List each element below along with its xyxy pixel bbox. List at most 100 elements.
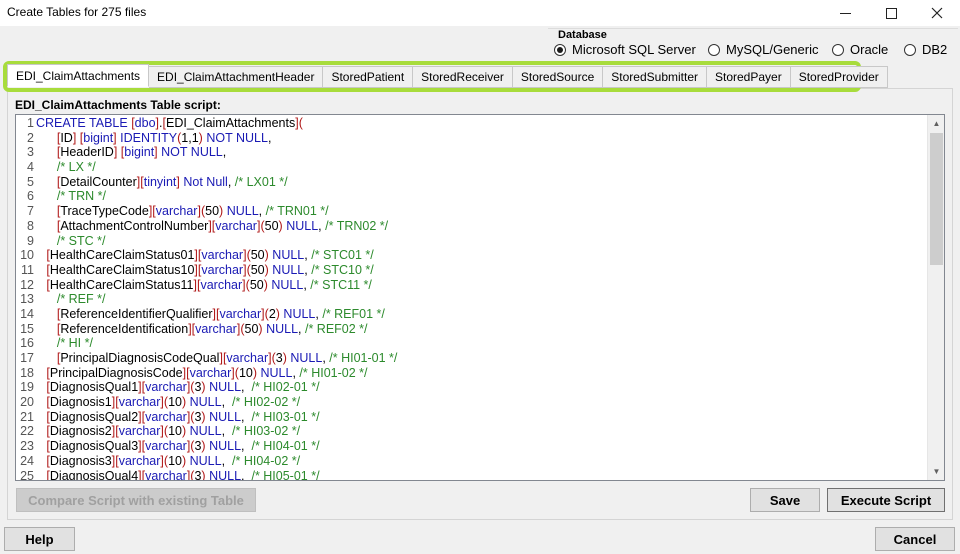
- script-label: EDI_ClaimAttachments Table script:: [15, 98, 221, 112]
- code-text: [ID] [bigint] IDENTITY(1,1) NOT NULL,: [56, 130, 272, 145]
- line-number: 9: [27, 233, 34, 248]
- close-button[interactable]: [914, 0, 960, 26]
- code-text: [DiagnosisQual1][varchar](3) NULL, /* HI…: [46, 380, 320, 395]
- tab-storedsource[interactable]: StoredSource: [512, 66, 604, 88]
- line-number: 5: [27, 174, 34, 189]
- compare-script-button[interactable]: Compare Script with existing Table: [16, 488, 256, 512]
- radio-indicator: [708, 43, 720, 56]
- code-text: CREATE TABLE [dbo].[EDI_ClaimAttachments…: [36, 116, 303, 130]
- tab-edi-claimattachments[interactable]: EDI_ClaimAttachments: [7, 64, 150, 87]
- line-number: 17: [20, 351, 34, 365]
- line-number: 3: [27, 145, 34, 160]
- line-number: 7: [27, 204, 34, 219]
- code-line: 10 [HealthCareClaimStatus01][varchar](50…: [16, 248, 928, 263]
- code-line: 21 [DiagnosisQual2][varchar](3) NULL, /*…: [16, 410, 928, 425]
- code-text: [PrincipalDiagnosisCode][varchar](10) NU…: [46, 365, 368, 380]
- window-title: Create Tables for 275 files: [7, 5, 147, 19]
- radio-mssql[interactable]: Microsoft SQL Server: [554, 42, 696, 57]
- radio-label: MySQL/Generic: [726, 42, 819, 57]
- line-number: 21: [20, 409, 34, 424]
- code-line: 23 [DiagnosisQual3][varchar](3) NULL, /*…: [16, 439, 928, 454]
- code-line: 6 /* TRN */: [16, 189, 928, 204]
- code-text: [HealthCareClaimStatus01][varchar](50) N…: [46, 248, 374, 263]
- code-text: /* REF */: [56, 292, 106, 307]
- code-line: 4 /* LX */: [16, 160, 928, 175]
- vertical-scrollbar[interactable]: ▲ ▼: [927, 115, 944, 480]
- radio-oracle[interactable]: Oracle: [832, 42, 888, 57]
- help-button[interactable]: Help: [4, 527, 75, 551]
- scroll-down-icon[interactable]: ▼: [928, 463, 944, 480]
- minimize-icon: [839, 12, 851, 14]
- radio-label: DB2: [922, 42, 948, 57]
- database-group: Database Microsoft SQL Server MySQL/Gene…: [548, 28, 958, 62]
- scroll-thumb[interactable]: [930, 133, 943, 265]
- code-text: [DiagnosisQual2][varchar](3) NULL, /* HI…: [46, 409, 320, 424]
- code-text: [Diagnosis2][varchar](10) NULL, /* HI03-…: [46, 424, 301, 439]
- line-number: 24: [20, 453, 34, 468]
- code-line: 11 [HealthCareClaimStatus10][varchar](50…: [16, 263, 928, 278]
- tab-storedreceiver[interactable]: StoredReceiver: [413, 66, 513, 88]
- code-line: 16 /* HI */: [16, 336, 928, 351]
- code-line: 1 CREATE TABLE [dbo].[EDI_ClaimAttachment…: [16, 116, 928, 131]
- code-text: [DiagnosisQual4][varchar](3) NULL, /* HI…: [46, 468, 320, 481]
- code-text: /* HI */: [56, 336, 93, 351]
- line-number: 14: [20, 306, 34, 321]
- tab-storedprovider[interactable]: StoredProvider: [790, 66, 888, 88]
- radio-indicator: [904, 43, 916, 56]
- title-bar: Create Tables for 275 files: [0, 0, 960, 26]
- code-text: [AttachmentControlNumber][varchar](50) N…: [56, 218, 389, 233]
- close-icon: [931, 7, 943, 19]
- code-text: [ReferenceIdentification][varchar](50) N…: [56, 321, 368, 336]
- code-text: [TraceTypeCode][varchar](50) NULL, /* TR…: [56, 204, 329, 219]
- code-line: 18 [PrincipalDiagnosisCode][varchar](10)…: [16, 366, 928, 381]
- code-line: 14 [ReferenceIdentifierQualifier][varcha…: [16, 307, 928, 322]
- code-line: 19 [DiagnosisQual1][varchar](3) NULL, /*…: [16, 380, 928, 395]
- cancel-button[interactable]: Cancel: [875, 527, 955, 551]
- line-number: 19: [20, 380, 34, 395]
- tab-storedsubmitter[interactable]: StoredSubmitter: [603, 66, 707, 88]
- code-text: [HeaderID] [bigint] NOT NULL,: [56, 145, 227, 160]
- execute-script-button[interactable]: Execute Script: [827, 488, 945, 512]
- code-text: [Diagnosis3][varchar](10) NULL, /* HI04-…: [46, 453, 301, 468]
- line-number: 1: [27, 116, 34, 130]
- scroll-up-icon[interactable]: ▲: [928, 115, 944, 132]
- database-legend: Database: [556, 29, 609, 41]
- line-number: 4: [27, 160, 34, 175]
- tab-storedpayer[interactable]: StoredPayer: [707, 66, 791, 88]
- code-text: [DiagnosisQual3][varchar](3) NULL, /* HI…: [46, 439, 320, 454]
- line-number: 12: [20, 277, 34, 292]
- minimize-button[interactable]: [822, 0, 868, 26]
- radio-mysql[interactable]: MySQL/Generic: [708, 42, 818, 57]
- tab-strip: EDI_ClaimAttachments EDI_ClaimAttachment…: [7, 64, 888, 88]
- line-number: 16: [20, 336, 34, 351]
- line-number: 2: [27, 130, 34, 145]
- radio-db2[interactable]: DB2: [904, 42, 947, 57]
- tab-edi-claimattachmentheader[interactable]: EDI_ClaimAttachmentHeader: [149, 66, 324, 88]
- script-editor[interactable]: 1 CREATE TABLE [dbo].[EDI_ClaimAttachment…: [15, 114, 945, 481]
- radio-label: Microsoft SQL Server: [572, 42, 696, 57]
- code-line: 12 [HealthCareClaimStatus11][varchar](50…: [16, 278, 928, 293]
- code-text: [PrincipalDiagnosisCodeQual][varchar](3)…: [56, 351, 398, 365]
- maximize-icon: [885, 7, 897, 19]
- code-line: 7 [TraceTypeCode][varchar](50) NULL, /* …: [16, 204, 928, 219]
- line-number: 11: [21, 262, 34, 277]
- line-number: 22: [20, 424, 34, 439]
- save-button[interactable]: Save: [750, 488, 820, 512]
- line-number: 13: [20, 292, 34, 307]
- code-text: [DetailCounter][tinyint] Not Null, /* LX…: [56, 174, 288, 189]
- code-line: 20 [Diagnosis1][varchar](10) NULL, /* HI…: [16, 395, 928, 410]
- code-line: 17 [PrincipalDiagnosisCodeQual][varchar]…: [16, 351, 928, 366]
- line-number: 23: [20, 439, 34, 454]
- code-line: 25 [DiagnosisQual4][varchar](3) NULL, /*…: [16, 468, 928, 481]
- code-text: [HealthCareClaimStatus10][varchar](50) N…: [46, 262, 374, 277]
- tab-storedpatient[interactable]: StoredPatient: [323, 66, 414, 88]
- radio-indicator: [554, 43, 566, 56]
- code-line: 2 [ID] [bigint] IDENTITY(1,1) NOT NULL,: [16, 131, 928, 146]
- code-text: /* TRN */: [56, 189, 106, 204]
- maximize-button[interactable]: [868, 0, 914, 26]
- code-lines: 1 CREATE TABLE [dbo].[EDI_ClaimAttachment…: [16, 116, 928, 481]
- code-line: 15 [ReferenceIdentification][varchar](50…: [16, 322, 928, 337]
- line-number: 10: [20, 248, 34, 263]
- line-number: 18: [20, 365, 34, 380]
- line-number: 20: [20, 395, 34, 410]
